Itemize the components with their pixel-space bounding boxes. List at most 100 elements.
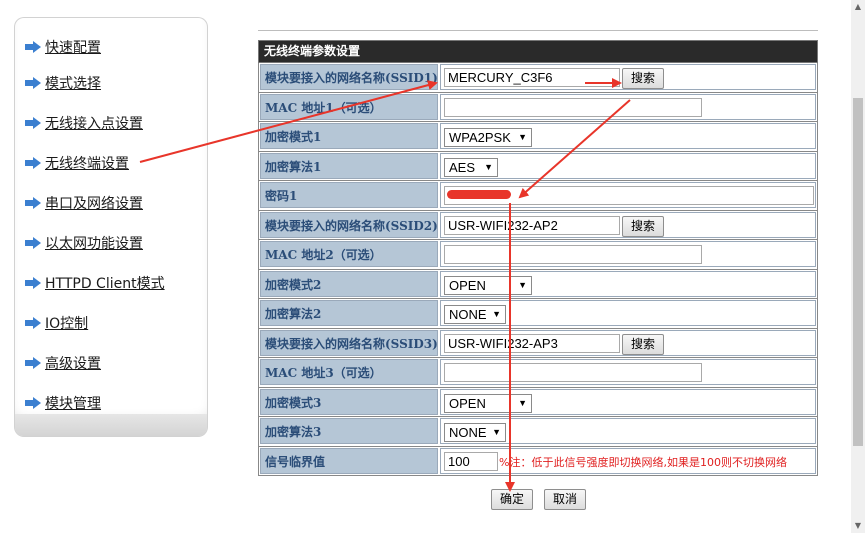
signal-threshold-input[interactable]: 100: [444, 451, 498, 471]
sidebar-item[interactable]: 模块管理: [24, 393, 101, 413]
encryption-mode3-cell: OPEN ▼: [440, 388, 816, 415]
encryption-mode1-label: 加密模式1: [260, 123, 438, 149]
chevron-down-icon: ▼: [518, 132, 527, 142]
encryption-algorithm1-select[interactable]: AES ▼: [444, 157, 498, 177]
row-signal-threshold: 信号临界值 100 %注：低于此信号强度即切换网络,如果是100则不切换网络: [258, 446, 818, 476]
ssid2-search-button[interactable]: 搜索: [622, 215, 664, 237]
sidebar-item[interactable]: 无线接入点设置: [24, 113, 143, 133]
sidebar-item[interactable]: 以太网功能设置: [24, 233, 143, 253]
encryption-mode1-select[interactable]: WPA2PSK ▼: [444, 128, 532, 147]
mac3-input[interactable]: [444, 363, 702, 382]
row-mac1: MAC 地址1（可选）: [258, 92, 818, 122]
encryption-mode3-select[interactable]: OPEN ▼: [444, 393, 532, 413]
arrow-right-icon: [25, 117, 41, 129]
arrow-right-icon: [25, 277, 41, 289]
panel-title: 无线终端参数设置: [258, 40, 818, 63]
redaction-scribble: [447, 190, 511, 199]
sidebar-item-label: 以太网功能设置: [45, 236, 143, 252]
arrow-right-icon: [25, 157, 41, 169]
arrow-right-icon: [25, 237, 41, 249]
sidebar-item[interactable]: 快速配置: [24, 37, 101, 57]
arrow-right-icon: [25, 397, 41, 409]
row-mac2: MAC 地址2（可选）: [258, 240, 818, 270]
row-ssid1: 模块要接入的网络名称(SSID1) MERCURY_C3F6 搜索: [258, 63, 818, 93]
encryption-mode1-value: WPA2PSK: [449, 130, 511, 145]
mac3-cell: [440, 359, 816, 385]
sidebar-item-label: 快速配置: [45, 40, 101, 56]
cancel-button[interactable]: 取消: [544, 489, 586, 510]
chevron-down-icon: ▼: [518, 279, 527, 290]
sidebar-item[interactable]: 高级设置: [24, 353, 101, 373]
encryption-algorithm2-label: 加密算法2: [260, 300, 438, 326]
sidebar-item[interactable]: 串口及网络设置: [24, 193, 143, 213]
ssid2-label: 模块要接入的网络名称(SSID2): [260, 211, 438, 238]
encryption-mode2-cell: OPEN ▼: [440, 270, 816, 297]
row-encryption-algorithm3: 加密算法3 NONE ▼: [258, 417, 818, 447]
mac1-input[interactable]: [444, 97, 702, 117]
encryption-algorithm1-label: 加密算法1: [260, 152, 438, 179]
encryption-algorithm1-value: AES: [449, 159, 476, 175]
encryption-algorithm3-cell: NONE ▼: [440, 418, 816, 444]
scroll-up-icon[interactable]: ▲: [853, 2, 863, 12]
confirm-button[interactable]: 确定: [491, 489, 533, 510]
ssid3-search-button[interactable]: 搜索: [622, 333, 664, 355]
vertical-scrollbar[interactable]: ▲ ▼: [851, 0, 865, 533]
chevron-down-icon: ▼: [484, 161, 493, 172]
ssid3-input[interactable]: USR-WIFI232-AP3: [444, 333, 620, 353]
sidebar-item[interactable]: 模式选择: [24, 73, 101, 93]
row-encryption-mode3: 加密模式3 OPEN ▼: [258, 387, 818, 417]
sidebar-item-label: 串口及网络设置: [45, 196, 143, 212]
encryption-mode1-cell: WPA2PSK ▼: [440, 123, 816, 149]
row-encryption-mode2: 加密模式2 OPEN ▼: [258, 269, 818, 299]
mac1-label: MAC 地址1（可选）: [260, 93, 438, 120]
ssid2-input[interactable]: USR-WIFI232-AP2: [444, 215, 620, 235]
row-mac3: MAC 地址3（可选）: [258, 358, 818, 388]
password1-cell: [440, 182, 816, 208]
mac3-label: MAC 地址3（可选）: [260, 359, 438, 385]
sidebar-item[interactable]: 无线终端设置: [24, 153, 129, 173]
sidebar-item-label: IO控制: [45, 316, 89, 332]
mac2-cell: [440, 241, 816, 267]
chevron-down-icon: ▼: [492, 309, 501, 319]
arrow-right-icon: [25, 41, 41, 53]
wireless-client-settings-panel: 无线终端参数设置 模块要接入的网络名称(SSID1) MERCURY_C3F6 …: [258, 40, 818, 476]
previous-section-box: [258, 0, 818, 31]
arrow-right-icon: [25, 317, 41, 329]
sidebar-footer: [15, 414, 207, 436]
sidebar-item[interactable]: HTTPD Client模式: [24, 273, 165, 293]
encryption-algorithm3-value: NONE: [449, 425, 487, 440]
row-encryption-algorithm2: 加密算法2 NONE ▼: [258, 299, 818, 329]
encryption-mode2-select[interactable]: OPEN ▼: [444, 275, 532, 295]
encryption-algorithm2-select[interactable]: NONE ▼: [444, 305, 506, 324]
mac2-input[interactable]: [444, 245, 702, 264]
ssid1-input[interactable]: MERCURY_C3F6: [444, 68, 620, 87]
ssid2-cell: USR-WIFI232-AP2 搜索: [440, 211, 816, 238]
encryption-algorithm3-select[interactable]: NONE ▼: [444, 423, 506, 442]
encryption-mode2-label: 加密模式2: [260, 270, 438, 297]
encryption-mode3-value: OPEN: [449, 395, 486, 411]
encryption-mode3-label: 加密模式3: [260, 388, 438, 415]
sidebar-item-label: 模块管理: [45, 396, 101, 412]
row-encryption-mode1: 加密模式1 WPA2PSK ▼: [258, 122, 818, 152]
sidebar-item[interactable]: IO控制: [24, 313, 88, 333]
sidebar-item-label: 无线接入点设置: [45, 116, 143, 132]
encryption-algorithm1-cell: AES ▼: [440, 152, 816, 179]
mac1-cell: [440, 93, 816, 120]
row-ssid2: 模块要接入的网络名称(SSID2) USR-WIFI232-AP2 搜索: [258, 210, 818, 240]
signal-threshold-note: %注：低于此信号强度即切换网络,如果是100则不切换网络: [499, 455, 787, 469]
chevron-down-icon: ▼: [518, 397, 527, 408]
scrollbar-thumb[interactable]: [853, 98, 863, 446]
mac2-label: MAC 地址2（可选）: [260, 241, 438, 267]
ssid1-search-button[interactable]: 搜索: [622, 68, 664, 89]
sidebar-item-label: 模式选择: [45, 76, 101, 92]
row-encryption-algorithm1: 加密算法1 AES ▼: [258, 151, 818, 181]
ssid1-label: 模块要接入的网络名称(SSID1): [260, 64, 438, 90]
arrow-right-icon: [25, 77, 41, 89]
chevron-down-icon: ▼: [492, 427, 501, 437]
row-ssid3: 模块要接入的网络名称(SSID3) USR-WIFI232-AP3 搜索: [258, 328, 818, 358]
sidebar-item-label: 无线终端设置: [45, 156, 129, 172]
encryption-algorithm2-value: NONE: [449, 307, 487, 322]
ssid1-cell: MERCURY_C3F6 搜索: [440, 64, 816, 90]
encryption-algorithm3-label: 加密算法3: [260, 418, 438, 444]
scroll-down-icon[interactable]: ▼: [853, 521, 863, 531]
